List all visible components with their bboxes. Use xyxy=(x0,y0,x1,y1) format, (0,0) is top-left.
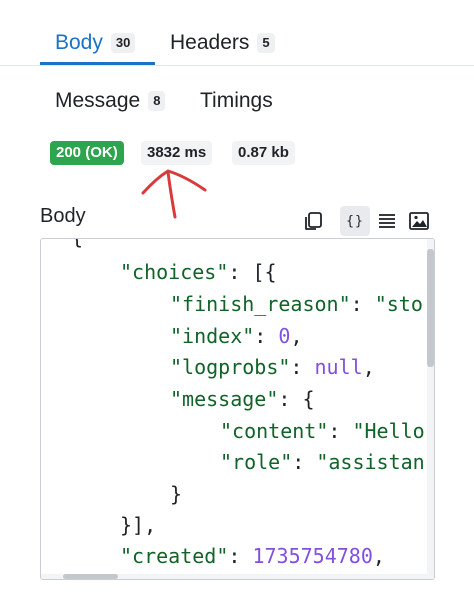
code-punct: , xyxy=(290,324,303,348)
tab-timings[interactable]: Timings xyxy=(200,88,273,114)
tab-headers-count: 5 xyxy=(257,33,275,53)
json-key: "index" xyxy=(170,324,255,348)
code-punct: : xyxy=(328,419,353,443)
code-line: "choices": [{ xyxy=(120,260,277,284)
code-line: "finish_reason": "sto xyxy=(170,292,423,316)
code-punct: : xyxy=(290,355,315,379)
text-lines-icon xyxy=(379,214,395,228)
response-size-badge: 0.87 kb xyxy=(232,141,295,165)
code-line: "index": 0, xyxy=(170,324,302,348)
code-punct: { xyxy=(71,239,83,249)
code-punct: : xyxy=(228,544,253,568)
horizontal-scrollbar[interactable] xyxy=(41,574,434,579)
horizontal-scrollbar-thumb[interactable] xyxy=(63,574,118,579)
json-key: "choices" xyxy=(120,260,229,284)
json-value: 0 xyxy=(278,324,291,348)
code-punct: : [{ xyxy=(228,260,277,284)
code-line: } xyxy=(170,482,182,506)
code-punct: : xyxy=(292,450,317,474)
image-icon xyxy=(409,212,429,230)
copy-icon xyxy=(305,212,322,230)
raw-text-view-button[interactable] xyxy=(372,206,402,236)
json-value: "assistan xyxy=(316,450,425,474)
tab-body-label: Body xyxy=(55,31,103,54)
code-punct: , xyxy=(362,355,375,379)
code-line: "role": "assistan xyxy=(220,450,425,474)
code-line: "message": { xyxy=(170,387,315,411)
code-punct: : { xyxy=(278,387,315,411)
json-value: null xyxy=(314,355,363,379)
tab-message[interactable]: Message 8 xyxy=(55,88,166,114)
json-value: "sto xyxy=(374,292,423,316)
json-key: "created" xyxy=(120,544,229,568)
tab-timings-label: Timings xyxy=(200,89,273,112)
tab-body-count: 30 xyxy=(110,33,136,53)
json-value: "Hello xyxy=(352,419,425,443)
body-section-title: Body xyxy=(40,205,86,227)
tab-message-count: 8 xyxy=(148,91,166,111)
code-line: "created": 1735754780, xyxy=(120,544,385,568)
code-line: "logprobs": null, xyxy=(170,355,375,379)
code-punct: : xyxy=(350,292,375,316)
tab-message-label: Message xyxy=(55,89,141,112)
tab-headers-label: Headers xyxy=(170,31,250,54)
tab-headers[interactable]: Headers 5 xyxy=(170,30,275,56)
json-view-button[interactable]: {} xyxy=(340,206,370,236)
response-body-viewer[interactable]: { "choices": [{ "finish_reason": "sto "i… xyxy=(40,238,435,580)
code-punct: }], xyxy=(120,513,157,537)
code-punct: , xyxy=(372,544,385,568)
response-time-badge: 3832 ms xyxy=(141,141,213,165)
code-line: }], xyxy=(120,513,156,537)
status-badge: 200 (OK) xyxy=(50,141,124,165)
json-key: "finish_reason" xyxy=(170,292,351,316)
code-punct: } xyxy=(170,482,183,506)
json-key: "content" xyxy=(220,419,329,443)
tab-body[interactable]: Body 30 xyxy=(55,30,136,56)
vertical-scrollbar[interactable] xyxy=(427,239,434,579)
json-key: "role" xyxy=(220,450,293,474)
json-key: "message" xyxy=(170,387,279,411)
braces-icon: {} xyxy=(346,213,364,229)
code-punct: : xyxy=(254,324,279,348)
code-line: { xyxy=(71,239,83,249)
image-view-button[interactable] xyxy=(404,206,434,236)
code-line: "content": "Hello xyxy=(220,419,425,443)
json-key: "logprobs" xyxy=(170,355,291,379)
json-value: 1735754780 xyxy=(252,544,373,568)
copy-button[interactable] xyxy=(298,206,328,236)
tab-divider xyxy=(0,65,474,66)
vertical-scrollbar-thumb[interactable] xyxy=(427,249,434,367)
